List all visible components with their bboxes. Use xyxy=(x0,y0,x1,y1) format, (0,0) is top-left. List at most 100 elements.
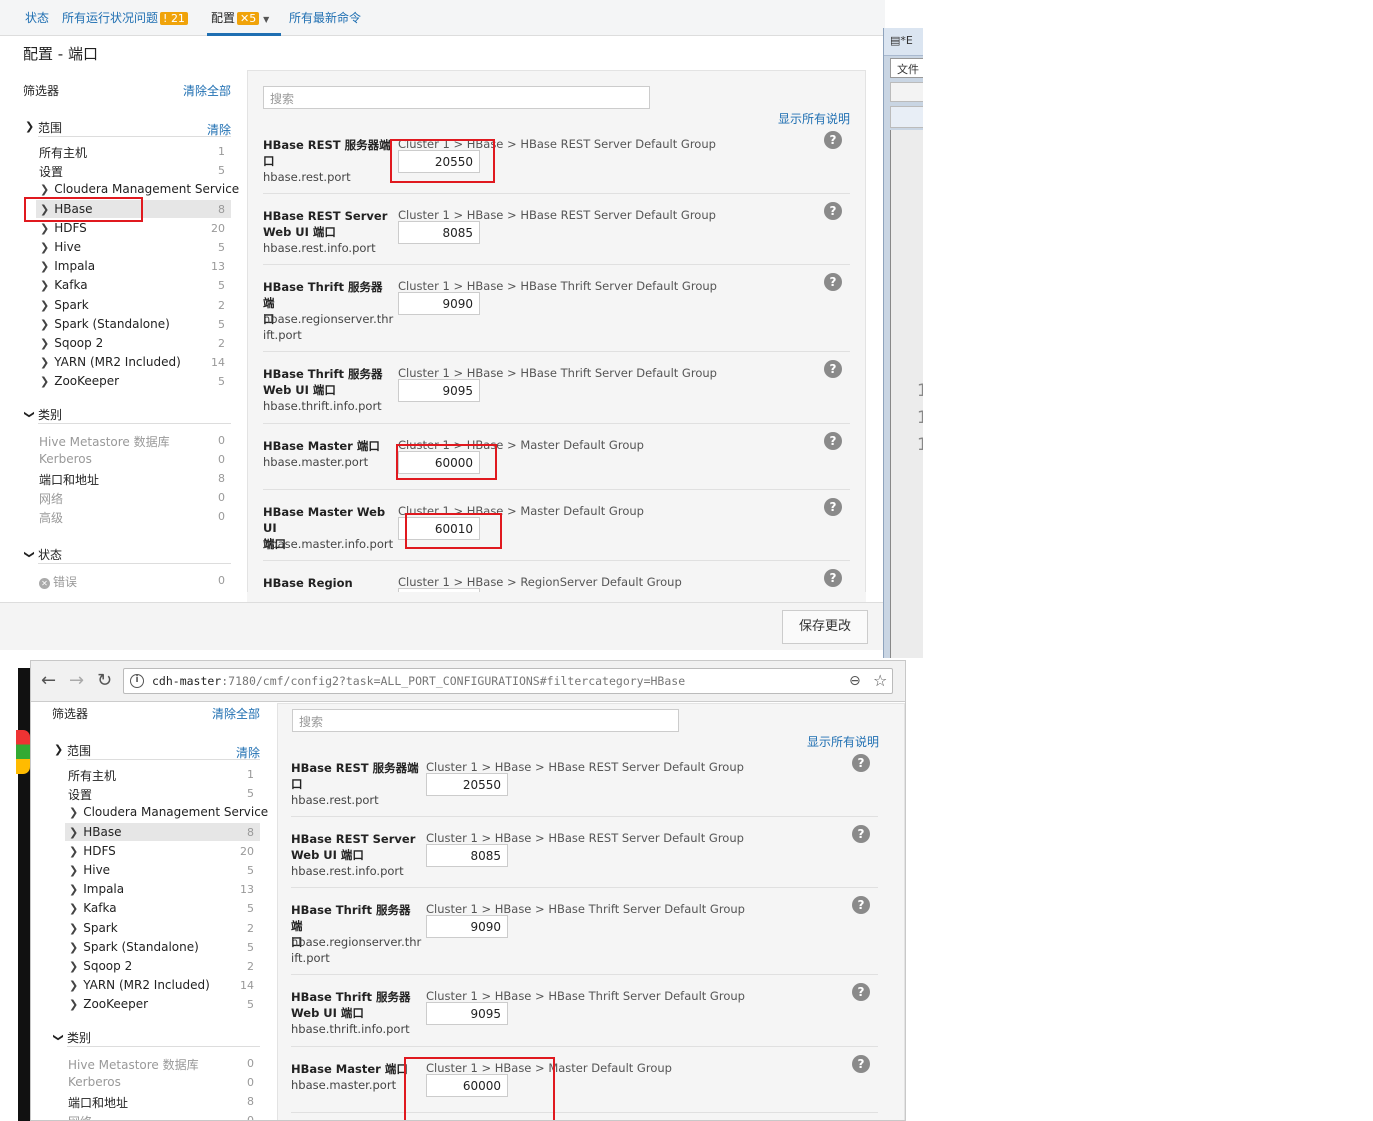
port-input[interactable]: 9090 xyxy=(398,292,480,315)
property-key: hbase.thrift.info.port xyxy=(291,1022,410,1036)
scope-item[interactable]: ❯ YARN (MR2 Included) xyxy=(69,978,210,992)
port-input[interactable]: 9095 xyxy=(426,1002,508,1025)
port-input[interactable]: 20550 xyxy=(426,773,508,796)
nav-status[interactable]: 状态 xyxy=(25,9,49,26)
property-scope-path[interactable]: Cluster 1 > HBase > HBase REST Server De… xyxy=(426,760,744,774)
property-scope-path[interactable]: Cluster 1 > HBase > HBase Thrift Server … xyxy=(398,279,717,293)
property-scope-path[interactable]: Cluster 1 > HBase > HBase REST Server De… xyxy=(426,831,744,845)
scope-item[interactable]: ❯ Hive xyxy=(69,863,110,877)
category-item-count: 0 xyxy=(218,491,225,505)
category-item[interactable]: 高级 xyxy=(39,509,63,526)
chrome-icon[interactable] xyxy=(16,730,30,774)
property-name: HBase Master 端口 xyxy=(263,439,380,453)
help-icon[interactable]: ? xyxy=(852,1055,870,1073)
help-icon[interactable]: ? xyxy=(824,498,842,516)
category-item[interactable]: 端口和地址 xyxy=(39,471,99,488)
scope-item[interactable]: ❯ Spark (Standalone) xyxy=(69,940,199,954)
chevron-right-icon: ❯ xyxy=(69,979,79,993)
row-divider xyxy=(291,887,878,888)
port-input[interactable]: 9090 xyxy=(426,915,508,938)
port-input[interactable]: 9095 xyxy=(398,379,480,402)
warning-icon: ! xyxy=(163,12,168,25)
help-icon[interactable]: ? xyxy=(824,360,842,378)
scope-item[interactable]: ❯ YARN (MR2 Included) xyxy=(40,355,181,369)
scope-item[interactable]: ❯ Impala xyxy=(40,259,95,273)
state-item[interactable]: ✕ 错误 xyxy=(39,573,77,590)
category-toggle[interactable]: ❯ xyxy=(53,1029,64,1043)
search-input[interactable]: 搜索 xyxy=(292,709,679,732)
nav-health-label: 所有运行状况问题 xyxy=(62,11,159,25)
clear-all-link[interactable]: 清除全部 xyxy=(183,82,231,99)
scope-item[interactable]: ❯ ZooKeeper xyxy=(40,374,119,388)
scope-heading[interactable]: ❯ xyxy=(25,119,34,133)
scope-item[interactable]: ❯ ZooKeeper xyxy=(69,997,148,1011)
scope-item[interactable]: 设置 xyxy=(68,786,92,803)
category-item[interactable]: Hive Metastore 数据库 xyxy=(39,433,170,450)
help-icon[interactable]: ? xyxy=(824,273,842,291)
chevron-down-icon: ❯ xyxy=(23,409,35,419)
scope-item[interactable]: ❯ HBase xyxy=(69,825,121,839)
category-item[interactable]: Kerberos xyxy=(68,1075,121,1089)
show-all-descriptions-link[interactable]: 显示所有说明 xyxy=(807,733,879,750)
save-changes-button[interactable]: 保存更改 xyxy=(782,610,868,644)
property-scope-path[interactable]: Cluster 1 > HBase > HBase REST Server De… xyxy=(398,208,716,222)
help-icon[interactable]: ? xyxy=(852,983,870,1001)
category-item[interactable]: 网络 xyxy=(68,1113,92,1120)
category-item[interactable]: Kerberos xyxy=(39,452,92,466)
property-scope-path[interactable]: Cluster 1 > HBase > RegionServer Default… xyxy=(398,575,682,589)
show-all-descriptions-link[interactable]: 显示所有说明 xyxy=(778,110,850,127)
scope-item[interactable]: ❯ Hive xyxy=(40,240,81,254)
scope-divider xyxy=(38,136,231,137)
port-input[interactable]: 8085 xyxy=(398,221,480,244)
editor-tab[interactable] xyxy=(890,106,923,128)
state-toggle[interactable]: ❯ xyxy=(23,546,35,560)
scope-item[interactable]: ❯ Impala xyxy=(69,882,124,896)
nav-recent-commands[interactable]: 所有最新命令 xyxy=(289,9,361,26)
scope-item[interactable]: ❯ Sqoop 2 xyxy=(69,959,132,973)
help-icon[interactable]: ? xyxy=(852,754,870,772)
scope-item[interactable]: ❯ Spark (Standalone) xyxy=(40,317,170,331)
category-divider xyxy=(67,1045,260,1047)
scope-item[interactable]: ❯ Kafka xyxy=(69,901,117,915)
property-scope-path[interactable]: Cluster 1 > HBase > HBase Thrift Server … xyxy=(426,989,745,1003)
editor-text-area[interactable]: 1 1 1 xyxy=(890,130,923,658)
property-scope-path[interactable]: Cluster 1 > HBase > HBase Thrift Server … xyxy=(398,366,717,380)
category-toggle[interactable]: ❯ xyxy=(23,406,35,420)
help-icon[interactable]: ? xyxy=(852,896,870,914)
chevron-right-icon: ❯ xyxy=(69,940,79,954)
scope-item[interactable]: 所有主机 xyxy=(68,767,116,784)
property-scope-path[interactable]: Cluster 1 > HBase > HBase Thrift Server … xyxy=(426,902,745,916)
scope-item[interactable]: ❯ HDFS xyxy=(69,844,116,858)
nav-health-issues[interactable]: 所有运行状况问题! 21 xyxy=(62,9,188,26)
scope-item[interactable]: ❯ Cloudera Management Service xyxy=(40,182,239,196)
category-item[interactable]: 网络 xyxy=(39,490,63,507)
search-input[interactable]: 搜索 xyxy=(263,86,650,109)
chevron-right-icon: ❯ xyxy=(69,921,79,935)
category-item[interactable]: 端口和地址 xyxy=(68,1094,128,1111)
help-icon[interactable]: ? xyxy=(824,131,842,149)
nav-config[interactable]: 配置 ✕5 ▼ xyxy=(211,9,269,26)
scope-item[interactable]: ❯ Kafka xyxy=(40,278,88,292)
category-item[interactable]: Hive Metastore 数据库 xyxy=(68,1056,199,1073)
scope-item-count: 8 xyxy=(247,825,254,839)
editor-menu-file[interactable]: 文件 xyxy=(890,58,923,78)
scope-heading[interactable]: ❯ xyxy=(54,742,63,756)
help-icon[interactable]: ? xyxy=(824,202,842,220)
scope-item-label: Impala xyxy=(83,882,125,897)
scope-item[interactable]: ❯ HDFS xyxy=(40,221,87,235)
property-name: HBase REST 服务器端口 xyxy=(263,138,391,168)
chevron-down-icon: ❯ xyxy=(23,549,35,559)
help-icon[interactable]: ? xyxy=(824,432,842,450)
scope-item[interactable]: 所有主机 xyxy=(39,144,87,161)
scope-item[interactable]: 设置 xyxy=(39,163,63,180)
port-input[interactable]: 8085 xyxy=(426,844,508,867)
scope-item-label: HDFS xyxy=(83,843,116,858)
scope-item-label: Impala xyxy=(54,259,96,274)
help-icon[interactable]: ? xyxy=(824,569,842,587)
scope-item[interactable]: ❯ Cloudera Management Service xyxy=(69,805,268,819)
scope-item[interactable]: ❯ Sqoop 2 xyxy=(40,336,103,350)
scope-item[interactable]: ❯ Spark xyxy=(69,921,118,935)
help-icon[interactable]: ? xyxy=(852,825,870,843)
scope-item[interactable]: ❯ Spark xyxy=(40,298,89,312)
clear-all-link[interactable]: 清除全部 xyxy=(212,705,260,722)
